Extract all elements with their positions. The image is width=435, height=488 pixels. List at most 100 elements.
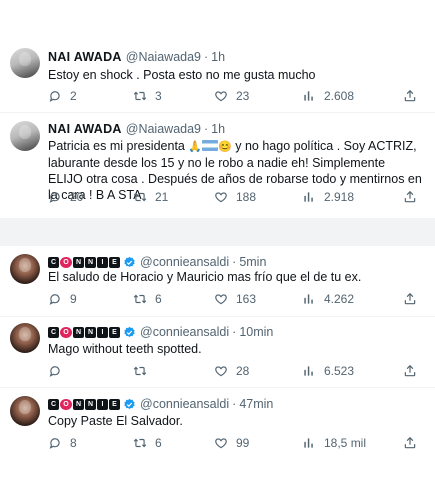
author-handle[interactable]: @connieansaldi (140, 397, 229, 411)
avatar[interactable] (10, 323, 40, 353)
tweet-2[interactable]: NAI AWADA @Naiawada9 · 1h Patricia es mi… (0, 113, 435, 218)
retweet-button[interactable] (133, 364, 155, 378)
avatar[interactable] (10, 396, 40, 426)
retweet-count: 21 (155, 190, 169, 204)
views-count: 6.523 (324, 364, 355, 378)
views-icon (302, 89, 316, 103)
retweet-count: 3 (155, 89, 162, 103)
tweet-header: NAI AWADA @Naiawada9 · 1h (48, 49, 225, 65)
feed-separator (0, 218, 435, 246)
smiling-face-emoji: 😊 (218, 141, 232, 153)
timestamp[interactable]: 1h (211, 50, 225, 64)
retweet-icon (133, 436, 147, 450)
like-button[interactable]: 23 (214, 89, 249, 103)
heart-icon (214, 364, 228, 378)
retweet-button[interactable]: 6 (133, 436, 162, 450)
argentina-flag-emoji (202, 140, 219, 151)
reply-icon (48, 190, 62, 204)
retweet-button[interactable]: 3 (133, 89, 162, 103)
views-count: 18,5 mil (324, 436, 367, 450)
reply-button[interactable]: 9 (48, 292, 77, 306)
tweet-1[interactable]: NAI AWADA @Naiawada9 · 1h Estoy en shock… (0, 36, 435, 112)
views-icon (302, 190, 316, 204)
reply-count: 9 (70, 292, 77, 306)
author-handle[interactable]: @Naiawada9 (126, 122, 201, 136)
timestamp[interactable]: 1h (211, 122, 225, 136)
reply-icon (48, 89, 62, 103)
timestamp[interactable]: 10min (239, 325, 273, 339)
reply-count: 8 (70, 436, 77, 450)
share-button[interactable] (403, 364, 417, 378)
author-name[interactable]: CONNIE (48, 256, 120, 268)
reply-icon (48, 292, 62, 306)
like-count: 99 (236, 436, 250, 450)
tweet-5[interactable]: CONNIE @connieansaldi · 47min Copy Paste… (0, 388, 435, 458)
action-bar: 20 21 188 2.918 (48, 190, 418, 206)
retweet-icon (133, 292, 147, 306)
retweet-button[interactable]: 21 (133, 190, 168, 204)
reply-button[interactable]: 2 (48, 89, 77, 103)
retweet-count: 6 (155, 436, 162, 450)
heart-icon (214, 89, 228, 103)
tweet-text: Mago without teeth spotted. (48, 342, 202, 356)
author-name[interactable]: CONNIE (48, 398, 120, 410)
like-button[interactable]: 99 (214, 436, 249, 450)
tweet-text: Copy Paste El Salvador. (48, 414, 183, 428)
tweet-4[interactable]: CONNIE @connieansaldi · 10min Mago witho… (0, 317, 435, 387)
views-button[interactable]: 4.262 (302, 292, 354, 306)
reply-icon (48, 436, 62, 450)
like-button[interactable]: 163 (214, 292, 256, 306)
author-name[interactable]: NAI AWADA (48, 122, 122, 136)
views-button[interactable]: 2.918 (302, 190, 354, 204)
author-name[interactable]: CONNIE (48, 326, 120, 338)
like-count: 28 (236, 364, 250, 378)
action-bar: 8 6 99 18,5 mil (48, 436, 418, 452)
like-button[interactable]: 188 (214, 190, 256, 204)
praying-hands-emoji: 🙏 (188, 141, 203, 153)
share-button[interactable] (403, 190, 417, 204)
share-icon (403, 292, 417, 306)
views-button[interactable]: 18,5 mil (302, 436, 366, 450)
views-count: 2.608 (324, 89, 355, 103)
avatar[interactable] (10, 121, 40, 151)
separator-dot: · (204, 50, 209, 64)
tweet-3[interactable]: CONNIE @connieansaldi · 5min El saludo d… (0, 246, 435, 316)
author-handle[interactable]: @connieansaldi (140, 325, 229, 339)
reply-count: 2 (70, 89, 77, 103)
share-button[interactable] (403, 292, 417, 306)
retweet-button[interactable]: 6 (133, 292, 162, 306)
like-button[interactable]: 28 (214, 364, 249, 378)
views-icon (302, 436, 316, 450)
author-name[interactable]: NAI AWADA (48, 50, 122, 64)
retweet-count: 6 (155, 292, 162, 306)
share-icon (403, 190, 417, 204)
separator-dot: · (232, 255, 237, 269)
share-button[interactable] (403, 89, 417, 103)
action-bar: 9 6 163 4.262 (48, 292, 418, 308)
reply-button[interactable]: 8 (48, 436, 77, 450)
retweet-icon (133, 89, 147, 103)
heart-icon (214, 190, 228, 204)
share-icon (403, 89, 417, 103)
like-count: 163 (236, 292, 257, 306)
reply-button[interactable]: 20 (48, 190, 83, 204)
retweet-icon (133, 364, 147, 378)
reply-icon (48, 364, 62, 378)
avatar[interactable] (10, 254, 40, 284)
reply-button[interactable] (48, 364, 70, 378)
views-icon (302, 364, 316, 378)
share-icon (403, 364, 417, 378)
like-count: 188 (236, 190, 257, 204)
avatar[interactable] (10, 48, 40, 78)
views-button[interactable]: 2.608 (302, 89, 354, 103)
verified-badge-icon (123, 326, 136, 339)
timestamp[interactable]: 47min (239, 397, 273, 411)
like-count: 23 (236, 89, 250, 103)
timestamp[interactable]: 5min (239, 255, 266, 269)
author-handle[interactable]: @connieansaldi (140, 255, 229, 269)
author-handle[interactable]: @Naiawada9 (126, 50, 201, 64)
share-button[interactable] (403, 436, 417, 450)
tweet-header: NAI AWADA @Naiawada9 · 1h (48, 121, 225, 137)
views-button[interactable]: 6.523 (302, 364, 354, 378)
views-count: 4.262 (324, 292, 355, 306)
